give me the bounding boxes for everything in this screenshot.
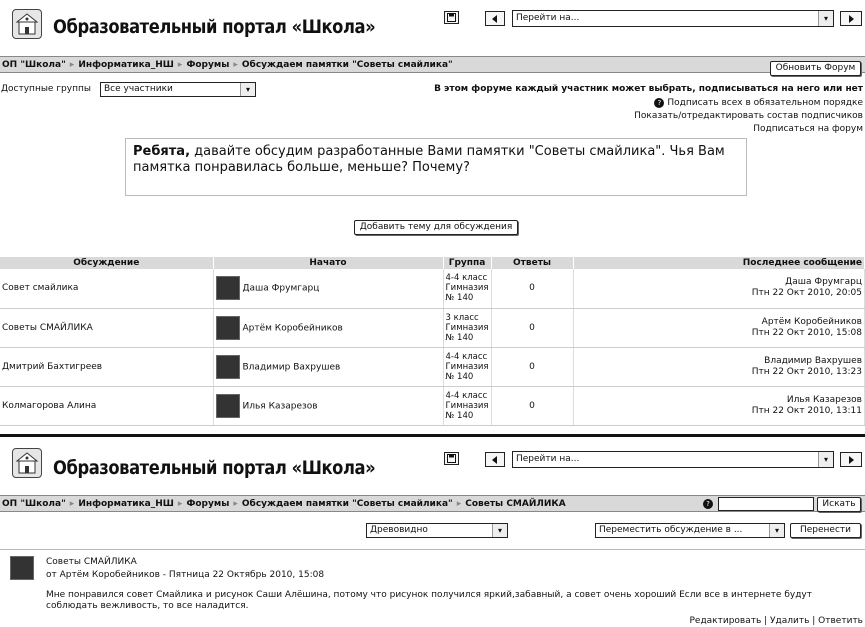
author-link[interactable]: Илья Казарезов xyxy=(243,401,318,411)
intro-text: давайте обсудим разработанные Вами памят… xyxy=(133,144,725,175)
avatar[interactable] xyxy=(215,315,240,340)
chevron-down-icon: ▾ xyxy=(492,524,507,537)
last-post-cell: Даша Фрумгарц Птн 22 Окт 2010, 20:05 xyxy=(573,269,865,309)
move-button[interactable]: Перенести xyxy=(790,523,861,538)
chevron-down-icon: ▾ xyxy=(818,11,833,26)
table-row: Колмагорова Алина Илья Казарезов 4-4 кла… xyxy=(0,386,865,426)
replies-cell: 0 xyxy=(491,308,574,348)
breadcrumb-item[interactable]: ОП "Школа" xyxy=(2,499,66,509)
last-date-link[interactable]: Птн 22 Окт 2010, 20:05 xyxy=(752,288,862,298)
school-building-icon xyxy=(12,9,42,39)
school-building-icon xyxy=(12,448,42,478)
search-button[interactable]: Искать xyxy=(817,497,861,512)
column-header[interactable]: Начато xyxy=(213,257,444,269)
discussion-table: Обсуждение Начато Группа Ответы Последне… xyxy=(0,257,865,426)
replies-cell: 0 xyxy=(491,386,574,426)
breadcrumb-item[interactable]: Форумы xyxy=(186,499,229,509)
breadcrumb-item: Советы СМАЙЛИКА xyxy=(465,498,566,509)
avatar[interactable] xyxy=(215,354,240,379)
subscribe-all-row: ? Подписать всех в обязательном порядке xyxy=(654,98,863,108)
post-actions[interactable]: Редактировать | Удалить | Ответить xyxy=(689,616,863,626)
group-cell: 4-4 класс Гимназия № 140 xyxy=(443,347,492,387)
topic-link[interactable]: Колмагорова Алина xyxy=(0,386,214,426)
move-discussion-select[interactable]: Переместить обсуждение в ... ▾ xyxy=(595,523,785,538)
author-link[interactable]: Владимир Вахрушев xyxy=(243,362,341,372)
breadcrumb-item[interactable]: Обсуждаем памятки "Советы смайлика" xyxy=(242,499,453,509)
subscription-info: В этом форуме каждый участник может выбр… xyxy=(434,84,863,94)
breadcrumb-item[interactable]: Информатика_НШ xyxy=(78,499,174,509)
update-forum-button[interactable]: Обновить Форум xyxy=(770,61,861,76)
table-row: Дмитрий Бахтигреев Владимир Вахрушев 4-4… xyxy=(0,347,865,387)
column-header: Ответы xyxy=(491,257,574,269)
screenshot-divider xyxy=(0,434,865,437)
breadcrumb-item: Обсуждаем памятки "Советы смайлика" xyxy=(241,59,453,70)
column-header[interactable]: Обсуждение xyxy=(0,257,214,269)
portal-title: Образовательный портал «Школа» xyxy=(53,457,376,479)
post-body: Мне понравился совет Смайлика и рисунок … xyxy=(46,590,812,611)
jump-to-select[interactable]: Перейти на... ▾ xyxy=(512,451,834,468)
display-mode-select[interactable]: Древовидно ▾ xyxy=(366,523,508,538)
last-post-cell: Илья Казарезов Птн 22 Окт 2010, 13:11 xyxy=(573,386,865,426)
groups-label: Доступные группы xyxy=(1,84,91,94)
replies-cell: 0 xyxy=(491,269,574,309)
table-row: Совет смайлика Даша Фрумгарц 4-4 класс Ги… xyxy=(0,269,865,309)
author-cell: Даша Фрумгарц xyxy=(213,269,444,309)
groups-select[interactable]: Все участники ▾ xyxy=(100,82,256,97)
topic-link[interactable]: Совет смайлика xyxy=(0,269,214,309)
breadcrumb-item[interactable]: Форумы xyxy=(186,60,229,70)
replies-cell: 0 xyxy=(491,347,574,387)
help-icon[interactable]: ? xyxy=(703,499,713,509)
jump-to-select[interactable]: Перейти на... ▾ xyxy=(512,10,834,27)
author-cell: Артём Коробейников xyxy=(213,308,444,348)
last-author-link[interactable]: Илья Казарезов xyxy=(787,395,862,405)
last-date-link[interactable]: Птн 22 Окт 2010, 15:08 xyxy=(752,328,862,338)
author-cell: Владимир Вахрушев xyxy=(213,347,444,387)
chevron-down-icon: ▾ xyxy=(769,524,784,537)
search-input[interactable] xyxy=(718,497,814,511)
arrow-right-icon[interactable] xyxy=(840,452,862,467)
chevron-down-icon: ▾ xyxy=(818,452,833,467)
avatar[interactable] xyxy=(10,556,34,580)
last-date-link[interactable]: Птн 22 Окт 2010, 13:11 xyxy=(752,406,862,416)
avatar[interactable] xyxy=(215,276,240,301)
dock-icon[interactable] xyxy=(444,452,459,465)
help-icon[interactable]: ? xyxy=(654,98,665,108)
author-link[interactable]: Артём Коробейников xyxy=(243,323,343,333)
last-author-link[interactable]: Артём Коробейников xyxy=(762,317,862,327)
author-cell: Илья Казарезов xyxy=(213,386,444,426)
last-author-link[interactable]: Даша Фрумгарц xyxy=(785,277,862,287)
last-date-link[interactable]: Птн 22 Окт 2010, 13:23 xyxy=(752,367,862,377)
post-author: от Артём Коробейников - Пятница 22 Октяб… xyxy=(46,570,325,580)
forum-intro: Ребята, давайте обсудим разработанные Ва… xyxy=(125,138,747,196)
subscribe-all-link[interactable]: Подписать всех в обязательном порядке xyxy=(667,98,863,108)
topic-link[interactable]: Советы СМАЙЛИКА xyxy=(0,308,214,348)
arrow-left-icon[interactable] xyxy=(485,452,505,467)
author-link[interactable]: Даша Фрумгарц xyxy=(243,284,320,294)
chevron-down-icon: ▾ xyxy=(240,83,255,96)
breadcrumb-item[interactable]: ОП "Школа" xyxy=(2,60,66,70)
group-cell: 3 класс Гимназия № 140 xyxy=(443,308,492,348)
dock-icon[interactable] xyxy=(444,11,459,24)
last-post-cell: Артём Коробейников Птн 22 Окт 2010, 15:08 xyxy=(573,308,865,348)
table-row: Советы СМАЙЛИКА Артём Коробейников 3 кла… xyxy=(0,308,865,348)
arrow-right-icon[interactable] xyxy=(840,11,862,26)
intro-bold: Ребята, xyxy=(133,144,191,159)
post-subject: Советы СМАЙЛИКА xyxy=(46,557,137,567)
add-topic-button[interactable]: Добавить тему для обсуждения xyxy=(354,220,518,235)
group-cell: 4-4 класс Гимназия № 140 xyxy=(443,269,492,309)
column-header: Последнее сообщение xyxy=(573,257,865,269)
portal-title: Образовательный портал «Школа» xyxy=(53,16,376,38)
breadcrumb: ОП "Школа" ▸ Информатика_НШ ▸ Форумы ▸ Обсу… xyxy=(0,56,865,73)
group-cell: 4-4 класс Гимназия № 140 xyxy=(443,386,492,426)
topic-link[interactable]: Дмитрий Бахтигреев xyxy=(0,347,214,387)
edit-subscribers-link[interactable]: Показать/отредактировать состав подписчи… xyxy=(634,111,863,121)
last-author-link[interactable]: Владимир Вахрушев xyxy=(764,356,862,366)
arrow-left-icon[interactable] xyxy=(485,11,505,26)
subscribe-link[interactable]: Подписаться на форум xyxy=(753,124,863,134)
breadcrumb-item[interactable]: Информатика_НШ xyxy=(78,60,174,70)
post-divider xyxy=(0,549,865,550)
column-header: Группа xyxy=(443,257,492,269)
avatar[interactable] xyxy=(215,393,240,418)
last-post-cell: Владимир Вахрушев Птн 22 Окт 2010, 13:23 xyxy=(573,347,865,387)
